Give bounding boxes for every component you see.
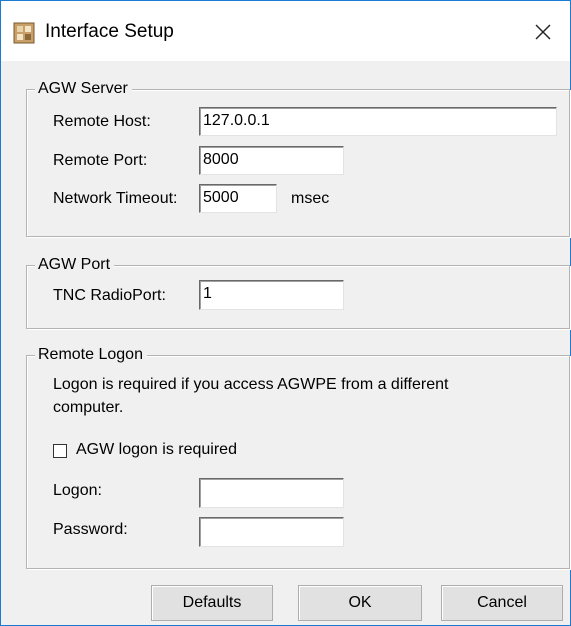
- logon-input[interactable]: [199, 478, 344, 508]
- remote-port-input[interactable]: 8000: [199, 146, 344, 175]
- interface-setup-dialog: Interface Setup AGW Server Remote Host: …: [0, 0, 571, 626]
- app-icon: [13, 22, 35, 44]
- agw-logon-required-label[interactable]: AGW logon is required: [76, 440, 237, 460]
- logon-label: Logon:: [53, 482, 102, 499]
- title-bar[interactable]: Interface Setup: [1, 1, 570, 61]
- network-timeout-label: Network Timeout:: [53, 190, 178, 207]
- remote-logon-legend: Remote Logon: [35, 345, 147, 365]
- remote-host-input[interactable]: 127.0.0.1: [199, 107, 557, 136]
- network-timeout-unit: msec: [291, 190, 330, 207]
- password-label: Password:: [53, 521, 128, 538]
- defaults-button[interactable]: Defaults: [151, 585, 273, 621]
- tnc-radioport-label: TNC RadioPort:: [53, 287, 166, 304]
- close-button[interactable]: [521, 11, 565, 53]
- remote-logon-note-line1: Logon is required if you access AGWPE fr…: [53, 376, 449, 393]
- remote-port-label: Remote Port:: [53, 152, 148, 169]
- remote-host-label: Remote Host:: [53, 113, 151, 130]
- agw-logon-required-checkbox[interactable]: [53, 444, 67, 458]
- close-icon: [535, 24, 551, 40]
- network-timeout-input[interactable]: 5000: [199, 184, 277, 213]
- password-input[interactable]: [199, 517, 344, 547]
- cancel-button[interactable]: Cancel: [441, 585, 563, 621]
- agw-port-legend: AGW Port: [35, 255, 115, 275]
- remote-logon-note-line2: computer.: [53, 399, 124, 416]
- tnc-radioport-input[interactable]: 1: [199, 280, 344, 310]
- window-title: Interface Setup: [45, 21, 174, 42]
- ok-button[interactable]: OK: [298, 585, 422, 621]
- agw-server-legend: AGW Server: [35, 79, 132, 99]
